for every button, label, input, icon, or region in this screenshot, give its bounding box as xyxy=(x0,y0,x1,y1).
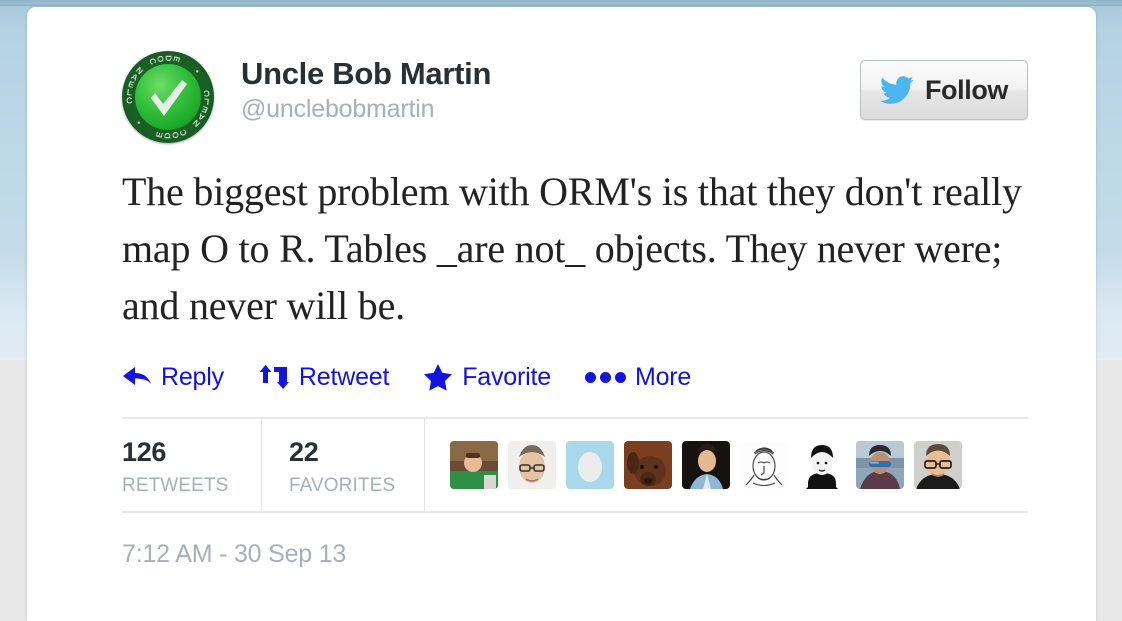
top-edge-strip xyxy=(0,0,1122,6)
avatar[interactable]: CLEAN CODE • CLEAN CODE • xyxy=(122,51,214,143)
tweet-timestamp[interactable]: 7:12 AM - 30 Sep 13 xyxy=(122,540,1028,569)
engagement-stats: 126 RETWEETS 22 FAVORITES xyxy=(122,419,1028,511)
favorite-label: Favorite xyxy=(462,362,551,391)
retweet-label: Retweet xyxy=(298,362,390,391)
engaged-user-avatars xyxy=(425,419,962,511)
favorites-label: FAVORITES xyxy=(289,475,396,497)
retweets-stat[interactable]: 126 RETWEETS xyxy=(122,419,262,511)
favorite-button[interactable]: Favorite xyxy=(423,363,551,392)
tweet-actions: Reply Retweet Favorite More xyxy=(122,360,1028,394)
star-icon xyxy=(424,364,453,391)
engaged-user-avatar[interactable] xyxy=(798,441,846,489)
engaged-user-avatar[interactable] xyxy=(450,441,498,489)
favorites-stat[interactable]: 22 FAVORITES xyxy=(262,419,425,511)
stats-divider-bottom xyxy=(122,511,1028,513)
engaged-user-avatar[interactable] xyxy=(914,441,962,489)
twitter-bird-icon xyxy=(879,76,914,104)
engaged-user-avatar[interactable] xyxy=(566,441,614,489)
favorites-count: 22 xyxy=(289,437,319,467)
user-handle[interactable]: @unclebobmartin xyxy=(241,94,491,124)
reply-arrow-icon xyxy=(123,367,151,385)
reply-button[interactable]: Reply xyxy=(122,363,224,392)
reply-label: Reply xyxy=(161,362,224,391)
more-dots-icon xyxy=(584,371,626,383)
retweets-count: 126 xyxy=(122,437,167,467)
retweet-button[interactable]: Retweet xyxy=(258,363,389,392)
retweet-icon xyxy=(259,365,289,389)
check-icon xyxy=(151,80,187,116)
engaged-user-avatar[interactable] xyxy=(740,441,788,489)
tweet-card-content: CLEAN CODE • CLEAN CODE • Uncle Bob Mart… xyxy=(122,41,1028,569)
more-label: More xyxy=(634,362,692,391)
more-button[interactable]: More xyxy=(584,362,692,392)
follow-button[interactable]: Follow xyxy=(860,60,1028,120)
tweet-card: CLEAN CODE • CLEAN CODE • Uncle Bob Mart… xyxy=(27,7,1096,621)
tweet-header: CLEAN CODE • CLEAN CODE • Uncle Bob Mart… xyxy=(122,41,1028,149)
follow-button-label: Follow xyxy=(924,74,1009,105)
tweet-text: The biggest problem with ORM's is that t… xyxy=(122,169,1022,328)
engaged-user-avatar[interactable] xyxy=(624,441,672,489)
engaged-user-avatar[interactable] xyxy=(682,441,730,489)
retweets-label: RETWEETS xyxy=(122,475,229,497)
user-identity: Uncle Bob Martin @unclebobmartin xyxy=(241,56,491,124)
engaged-user-avatar[interactable] xyxy=(508,441,556,489)
engaged-user-avatar[interactable] xyxy=(856,441,904,489)
display-name[interactable]: Uncle Bob Martin xyxy=(241,56,491,92)
